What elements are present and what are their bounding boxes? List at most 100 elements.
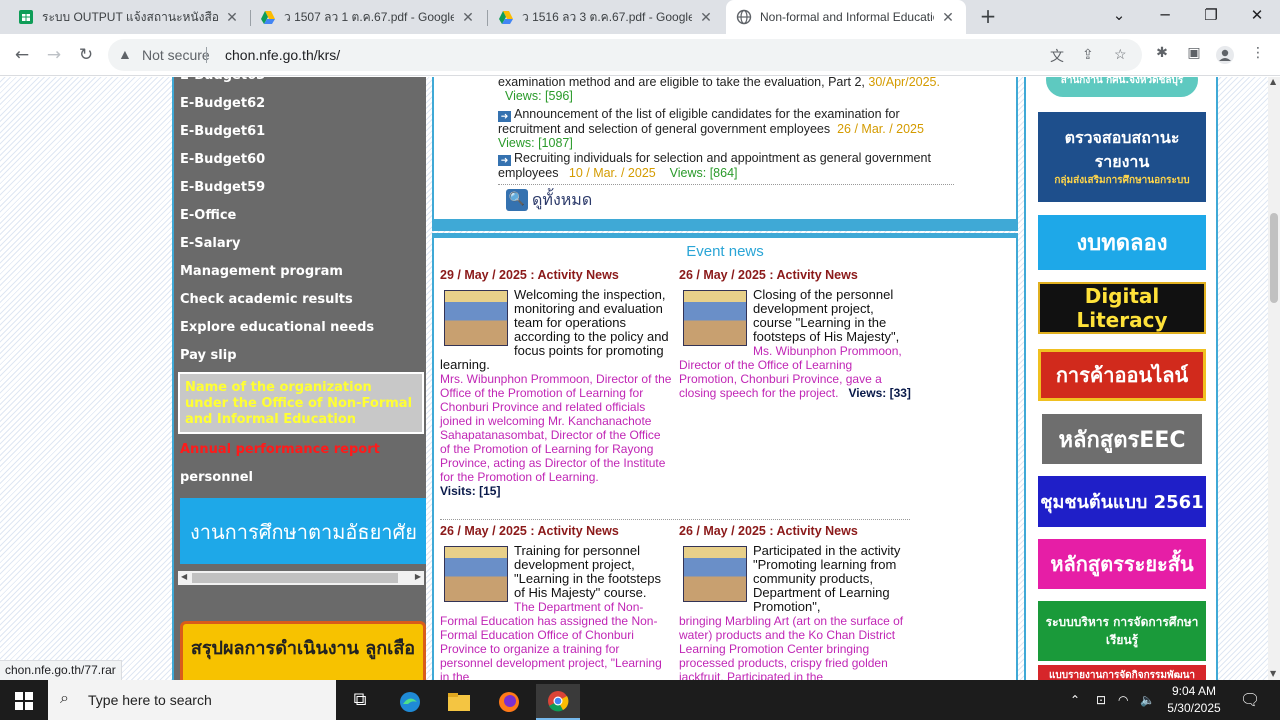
sheets-icon	[18, 9, 34, 25]
sidebar-item-ebudget59[interactable]: E-Budget59	[180, 180, 265, 202]
sidebar-item-ebudget62[interactable]: E-Budget62	[180, 96, 265, 118]
scroll-right-icon[interactable]: ▶	[415, 572, 421, 581]
restore-button[interactable]: ❐	[1188, 0, 1234, 34]
education-management-system-banner[interactable]: ระบบบริหาร การจัดการศึกษาเรียนรู้	[1038, 601, 1206, 661]
report-status-banner[interactable]: ตรวจสอบสถานะ รายงาน กลุ่มส่งเสริมการศึกษ…	[1038, 112, 1206, 202]
chevron-up-icon[interactable]: ⌃	[1070, 680, 1080, 720]
browser-toolbar: ← → ↻ ▲ Not secure chon.nfe.go.th/krs/ 文…	[0, 34, 1280, 76]
sidebar-item-personnel[interactable]: personnel	[180, 470, 253, 492]
forward-arrow-icon[interactable]: →	[42, 43, 66, 67]
event-item[interactable]: 29 / May / 2025 : Activity News Welcomin…	[440, 268, 672, 498]
news-item[interactable]: ➜ Announcement of the list of eligible ca…	[498, 107, 958, 150]
sidebar-item-annual-report[interactable]: Annual performance report	[180, 442, 380, 464]
drive-icon	[260, 9, 276, 25]
sidebar-item-esalary[interactable]: E-Salary	[180, 236, 241, 258]
wifi-icon[interactable]: ◠	[1118, 680, 1128, 720]
tab-drive-1507[interactable]: ว 1507 ลว 1 ต.ค.67.pdf - Google Drive ✕	[250, 0, 486, 34]
windows-taskbar: ⌕ Type here to search ⧉ ⌃ ⊡ ◠ 🔈 9:04 AM …	[0, 680, 1280, 720]
sidebar-item-ebudget61[interactable]: E-Budget61	[180, 124, 265, 146]
tab-output-sheet[interactable]: ระบบ OUTPUT แจ้งสถานะหนังสือ/รายงาน ✕	[8, 0, 250, 34]
event-thumbnail[interactable]	[444, 546, 508, 602]
close-icon[interactable]: ✕	[460, 9, 476, 26]
task-view-icon[interactable]: ⧉	[338, 684, 382, 720]
scroll-up-icon[interactable]: ▲	[1270, 77, 1276, 86]
taskbar-clock[interactable]: 9:04 AM 5/30/2025	[1152, 683, 1236, 717]
divider	[432, 221, 1018, 231]
scroll-thumb[interactable]	[1270, 213, 1278, 303]
sidebar-item-explore-educational-needs[interactable]: Explore educational needs	[180, 320, 374, 342]
short-course-banner[interactable]: หลักสูตรระยะสั้น	[1038, 539, 1206, 589]
chevron-down-icon[interactable]: ⌄	[1096, 0, 1142, 34]
scroll-down-icon[interactable]: ▼	[1270, 669, 1276, 678]
digital-literacy-banner[interactable]: Digital Literacy	[1038, 282, 1206, 334]
news-item[interactable]: examination method and are eligible to t…	[498, 77, 958, 103]
page-vertical-scrollbar[interactable]: ▲ ▼	[1268, 77, 1280, 680]
edge-icon[interactable]	[388, 684, 432, 720]
eec-curriculum-banner[interactable]: หลักสูตรEEC	[1042, 414, 1202, 464]
divider	[206, 47, 207, 63]
side-panel-icon[interactable]: ▣	[1184, 45, 1204, 65]
share-icon[interactable]: ⇪	[1082, 46, 1094, 63]
event-news-section: Event news 29 / May / 2025 : Activity Ne…	[432, 233, 1018, 680]
scroll-left-icon[interactable]: ◀	[181, 572, 187, 581]
tab-nfe-active[interactable]: Non-formal and Informal Education ✕	[726, 0, 966, 34]
event-news-title: Event news	[686, 243, 764, 260]
event-item[interactable]: 26 / May / 2025 : Activity News Training…	[440, 524, 672, 680]
informal-education-banner[interactable]: งานการศึกษาตามอัธยาศัย	[180, 498, 426, 564]
sidebar-item-ebudget63[interactable]: E-Budget63	[180, 77, 265, 90]
warning-icon[interactable]: ▲	[118, 46, 132, 62]
main-content: examination method and are eligible to t…	[430, 77, 1020, 680]
news-box: examination method and are eligible to t…	[432, 77, 1018, 221]
url-text[interactable]: chon.nfe.go.th/krs/	[225, 47, 340, 63]
minimize-button[interactable]: ─	[1142, 0, 1188, 34]
trial-budget-banner[interactable]: งบทดลอง	[1038, 215, 1206, 270]
notification-icon[interactable]: 🗨	[1240, 680, 1260, 720]
status-link-preview: chon.nfe.go.th/77.rar	[0, 660, 122, 680]
scout-summary-banner[interactable]: สรุปผลการดำเนินงาน ลูกเสือ	[180, 621, 426, 680]
close-window-button[interactable]: ✕	[1234, 0, 1280, 34]
divider	[498, 184, 954, 185]
sidebar-horizontal-scrollbar[interactable]: ◀ ▶	[178, 571, 424, 585]
sidebar-item-management-program[interactable]: Management program	[180, 264, 343, 286]
see-all-button[interactable]: 🔍 ดูทั้งหมด	[506, 188, 592, 212]
sidebar-item-eoffice[interactable]: E-Office	[180, 208, 236, 230]
close-icon[interactable]: ✕	[224, 9, 240, 26]
sidebar-item-ebudget60[interactable]: E-Budget60	[180, 152, 265, 174]
event-item[interactable]: 26 / May / 2025 : Activity News Particip…	[679, 524, 911, 680]
close-icon[interactable]: ✕	[698, 9, 714, 26]
reload-icon[interactable]: ↻	[74, 43, 98, 67]
close-icon[interactable]: ✕	[940, 9, 956, 26]
new-tab-button[interactable]: +	[976, 5, 1000, 29]
news-item[interactable]: ➜ Recruiting individuals for selection an…	[498, 151, 958, 180]
globe-icon	[736, 9, 752, 25]
menu-kebab-icon[interactable]: ⋮	[1248, 45, 1268, 65]
left-sidebar: E-Budget63 E-Budget62 E-Budget61 E-Budge…	[172, 77, 426, 680]
file-explorer-icon[interactable]	[437, 684, 481, 720]
network-icon[interactable]: ⊡	[1096, 680, 1106, 720]
activity-report-banner[interactable]: แบบรายงานการจัดกิจกรรมพัฒนา	[1038, 665, 1206, 680]
firefox-icon[interactable]	[487, 684, 531, 720]
tab-drive-1516[interactable]: ว 1516 ลว 3 ต.ค.67.pdf - Google Drive ✕	[488, 0, 724, 34]
address-bar[interactable]: ▲ Not secure chon.nfe.go.th/krs/ 文 ⇪ ☆	[108, 39, 1142, 71]
sidebar-item-organization-highlight[interactable]: Name of the organization under the Offic…	[178, 372, 424, 434]
profile-avatar-icon[interactable]	[1215, 45, 1235, 65]
back-arrow-icon[interactable]: ←	[10, 43, 34, 67]
event-item[interactable]: 26 / May / 2025 : Activity News Closing …	[679, 268, 911, 400]
event-thumbnail[interactable]	[683, 546, 747, 602]
sidebar-item-pay-slip[interactable]: Pay slip	[180, 348, 237, 370]
windows-start-icon[interactable]	[0, 680, 48, 720]
scroll-thumb[interactable]	[192, 573, 398, 583]
event-thumbnail[interactable]	[683, 290, 747, 346]
translate-icon[interactable]: 文	[1050, 46, 1064, 66]
event-thumbnail[interactable]	[444, 290, 508, 346]
search-icon: ⌕	[60, 690, 69, 707]
model-community-banner[interactable]: ชุมชนต้นแบบ 2561	[1038, 476, 1206, 527]
provincial-office-banner[interactable]: สำนักงาน กศน.จังหวัดชลบุรี	[1046, 77, 1198, 97]
extensions-puzzle-icon[interactable]: ✱	[1152, 45, 1172, 65]
taskbar-search-input[interactable]: ⌕ Type here to search	[48, 680, 336, 720]
bookmark-star-icon[interactable]: ☆	[1114, 46, 1127, 63]
online-trade-banner[interactable]: การค้าออนไลน์	[1038, 349, 1206, 401]
chrome-icon[interactable]	[536, 684, 580, 720]
sidebar-item-check-academic-results[interactable]: Check academic results	[180, 292, 353, 314]
divider	[440, 519, 910, 520]
